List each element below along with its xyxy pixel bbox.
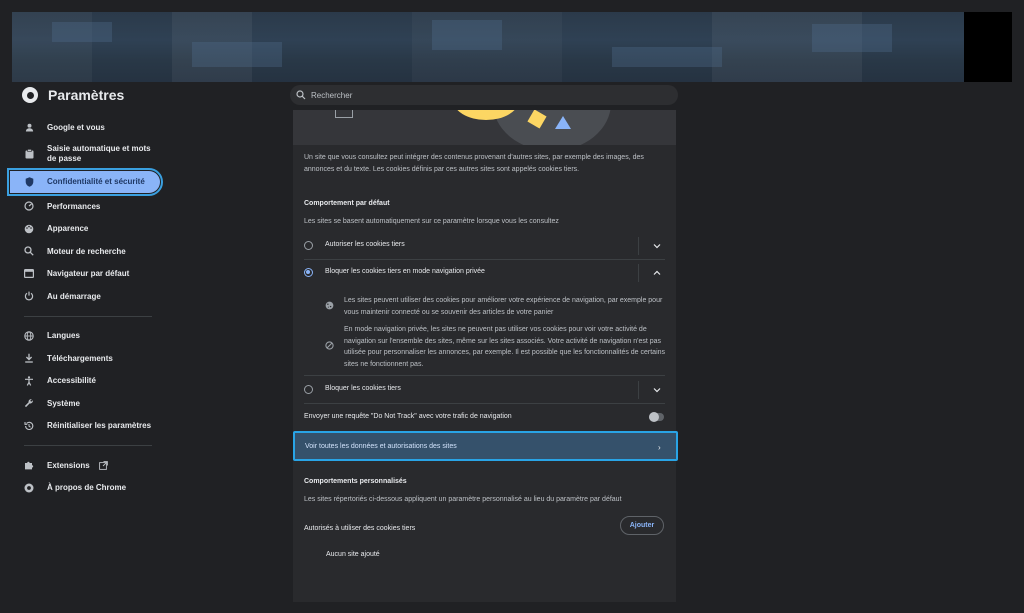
wrench-icon [24,398,34,408]
divider [304,375,665,376]
sidebar-item-performance[interactable]: Performances [10,195,160,218]
divider [638,237,639,255]
sidebar: Google et vous Saisie automatique et mot… [7,116,163,500]
sidebar-item-label: Apparence [47,224,89,234]
sidebar-item-extensions[interactable]: Extensions [10,454,160,477]
sidebar-divider [24,445,152,446]
page-title: Paramètres [48,87,125,103]
divider [304,403,665,404]
divider [304,259,665,260]
chevron-down-icon[interactable] [653,242,661,250]
allowed-label: Autorisés à utiliser des cookies tiers [304,525,416,532]
expanded-desc-incognito: En mode navigation privée, les sites ne … [344,326,666,368]
intro-text: Un site que vous consultez peut intégrer… [304,154,644,173]
sidebar-item-label: À propos de Chrome [47,483,127,493]
sidebar-item-system[interactable]: Système [10,392,160,415]
chevron-right-icon: › [658,443,661,452]
chevron-down-icon[interactable] [653,386,661,394]
view-all-site-data-link[interactable]: Voir toutes les données et autorisations… [293,431,678,461]
default-heading: Comportement par défaut [304,200,390,207]
dnt-label: Envoyer une requête "Do Not Track" avec … [304,413,512,420]
external-link-icon [98,460,108,470]
sidebar-item-search-engine[interactable]: Moteur de recherche [10,240,160,263]
sidebar-item-label: Moteur de recherche [47,246,126,256]
sidebar-item-downloads[interactable]: Téléchargements [10,347,160,370]
sidebar-item-accessibility[interactable]: Accessibilité [10,370,160,393]
sidebar-item-label: Langues [47,331,80,341]
palette-icon [24,224,34,234]
empty-list-label: Aucun site ajouté [326,551,380,558]
divider [638,381,639,399]
search-icon [296,90,306,100]
add-button[interactable]: Ajouter [620,516,664,535]
sidebar-item-label: Au démarrage [47,291,101,301]
view-all-label: Voir toutes les données et autorisations… [305,443,457,450]
accessibility-icon [24,376,34,386]
custom-heading: Comportements personnalisés [304,478,407,485]
sidebar-item-reset[interactable]: Réinitialiser les paramètres [10,415,160,438]
sidebar-item-privacy[interactable]: Confidentialité et sécurité [7,167,163,196]
shield-icon [24,177,34,187]
clipboard-icon [24,148,34,159]
sidebar-item-label: Saisie automatique et mots de passe [47,144,151,163]
option-label: Bloquer les cookies tiers [325,385,401,392]
sidebar-item-label: Confidentialité et sécurité [47,177,145,187]
sidebar-item-appearance[interactable]: Apparence [10,218,160,241]
option-block-incognito[interactable]: Bloquer les cookies tiers en mode naviga… [293,261,676,285]
chrome-logo-icon [22,87,38,103]
globe-icon [24,331,34,341]
sidebar-divider [24,315,152,317]
chevron-up-icon[interactable] [653,269,661,277]
sidebar-item-google[interactable]: Google et vous [10,116,160,139]
sidebar-item-startup[interactable]: Au démarrage [10,285,160,308]
sidebar-item-autofill[interactable]: Saisie automatique et mots de passe [10,139,160,169]
cookies-illustration [293,110,676,145]
person-icon [24,122,34,132]
default-subtext: Les sites se basent automatiquement sur … [304,218,559,225]
sidebar-item-label: Google et vous [47,122,105,132]
sidebar-item-label: Réinitialiser les paramètres [47,421,152,431]
sidebar-item-label: Extensions [47,460,90,470]
option-label: Autoriser les cookies tiers [325,241,405,248]
sidebar-item-label: Accessibilité [47,376,96,386]
expanded-desc-cookies: Les sites peuvent utiliser des cookies p… [344,297,663,316]
option-allow-third-party[interactable]: Autoriser les cookies tiers [293,234,676,258]
sidebar-item-label: Téléchargements [47,353,113,363]
puzzle-icon [24,460,34,470]
search-input[interactable] [311,90,651,100]
dnt-toggle[interactable] [649,412,664,422]
browser-icon [24,269,34,279]
power-icon [24,291,34,301]
divider [638,264,639,282]
custom-subtext: Les sites répertoriés ci-dessous appliqu… [304,496,622,503]
history-icon [24,421,34,431]
speedometer-icon [24,201,34,211]
search-icon [24,246,34,256]
sidebar-item-label: Navigateur par défaut [47,269,130,279]
radio-block-incognito[interactable] [304,268,313,277]
option-block-third-party[interactable]: Bloquer les cookies tiers [293,378,676,402]
option-label: Bloquer les cookies tiers en mode naviga… [325,268,485,275]
chrome-icon [24,483,34,493]
sidebar-item-about[interactable]: À propos de Chrome [10,477,160,500]
blurred-banner [12,12,1012,82]
radio-block-all[interactable] [304,385,313,394]
sidebar-item-languages[interactable]: Langues [10,325,160,348]
cookies-settings-card: Un site que vous consultez peut intégrer… [293,110,676,602]
sidebar-item-label: Performances [47,201,101,211]
sidebar-item-label: Système [47,398,80,408]
header: Paramètres [0,82,1024,112]
block-icon [325,341,334,350]
download-icon [24,353,34,363]
sidebar-item-default-browser[interactable]: Navigateur par défaut [10,263,160,286]
search-box[interactable] [290,85,678,105]
cookie-icon [325,301,334,310]
radio-allow[interactable] [304,241,313,250]
